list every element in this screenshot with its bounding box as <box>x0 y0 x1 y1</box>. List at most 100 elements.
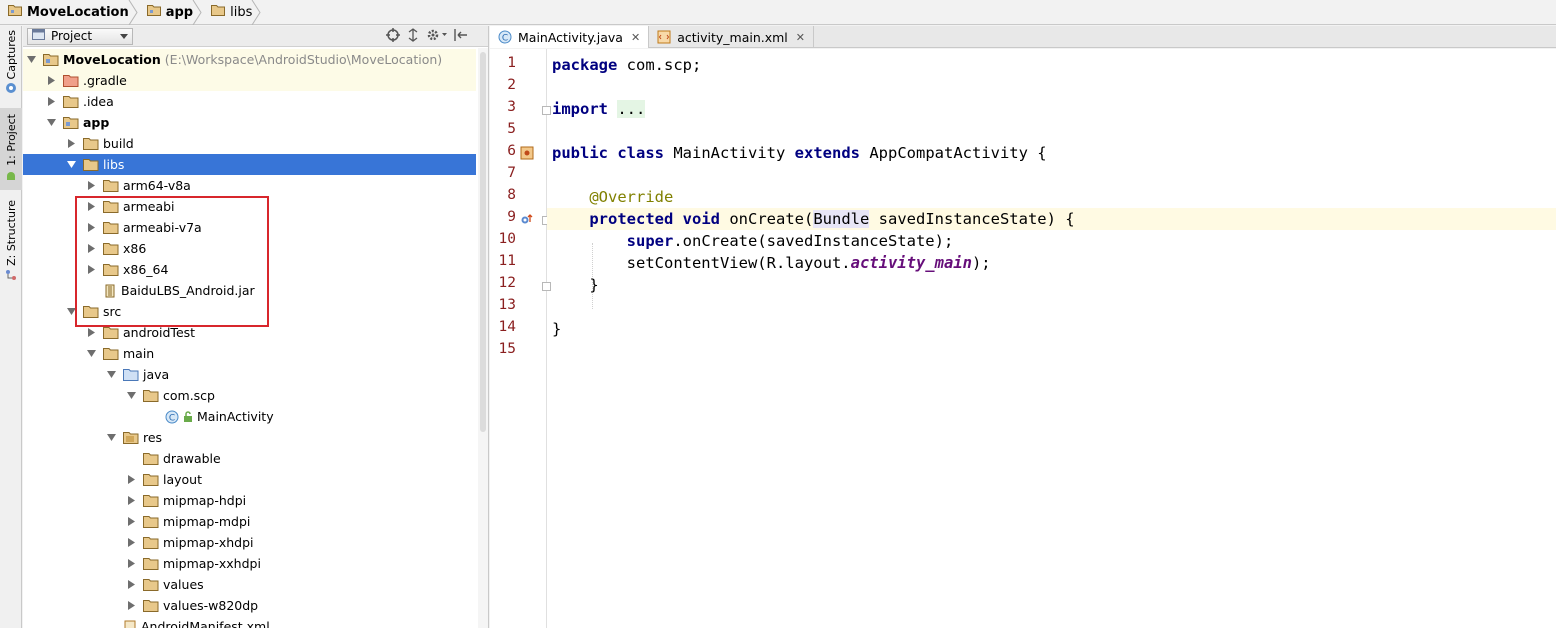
tree-item-manifest[interactable]: AndroidManifest.xml <box>23 616 476 628</box>
tree-item-label: build <box>103 136 134 151</box>
code-line: @Override <box>547 186 1556 208</box>
tree-item-label: .gradle <box>83 73 127 88</box>
close-icon[interactable]: ✕ <box>796 31 805 44</box>
collapsed-arrow-icon[interactable] <box>85 327 97 339</box>
code-line: } <box>547 274 1556 296</box>
tree-item-values[interactable]: values <box>23 574 476 595</box>
line-number: 6 <box>507 143 516 159</box>
code-line: package com.scp; <box>547 54 1556 76</box>
code-token: void <box>682 210 720 228</box>
project-panel-header: Project <box>23 26 488 47</box>
project-view-dropdown[interactable]: Project <box>27 27 133 45</box>
code-editor[interactable]: 1 2 3 5 6 7 8 9 10 11 12 13 14 15 packag… <box>490 49 1556 628</box>
code-token: com.scp; <box>617 56 702 74</box>
scroll-from-source-icon[interactable] <box>386 28 400 42</box>
collapsed-arrow-icon[interactable] <box>45 96 57 108</box>
collapsed-arrow-icon[interactable] <box>125 579 137 591</box>
expanded-arrow-icon[interactable] <box>45 117 57 129</box>
resources-folder-icon <box>123 431 139 444</box>
tree-item-label: mipmap-xxhdpi <box>163 556 261 571</box>
line-number: 15 <box>498 341 516 357</box>
tree-item-path: (E:\Workspace\AndroidStudio\MoveLocation… <box>164 52 443 67</box>
collapsed-arrow-icon[interactable] <box>125 474 137 486</box>
tree-item-idea[interactable]: .idea <box>23 91 476 112</box>
code-token: activity_main <box>850 254 972 272</box>
module-folder-icon <box>146 4 161 20</box>
hide-panel-icon[interactable] <box>454 28 468 42</box>
scrollbar-thumb[interactable] <box>480 52 486 432</box>
code-area[interactable]: package com.scp; import ... public class… <box>547 49 1556 628</box>
activity-gutter-icon[interactable] <box>520 146 534 160</box>
tree-item-values-w820dp[interactable]: values-w820dp <box>23 595 476 616</box>
expanded-arrow-icon[interactable] <box>125 390 137 402</box>
code-token: import <box>552 100 608 118</box>
tree-item-build[interactable]: build <box>23 133 476 154</box>
override-gutter-icon[interactable] <box>520 212 534 226</box>
project-folder-icon <box>43 53 59 66</box>
line-number: 12 <box>498 275 516 291</box>
tree-item-mipmap-mdpi[interactable]: mipmap-mdpi <box>23 511 476 532</box>
captures-tab[interactable]: Captures <box>0 30 22 104</box>
tree-item-java[interactable]: java <box>23 364 476 385</box>
structure-tab[interactable]: Z: Structure <box>0 200 22 284</box>
breadcrumb-separator-icon <box>128 0 138 25</box>
expanded-arrow-icon[interactable] <box>65 159 77 171</box>
code-token: .onCreate(savedInstanceState); <box>673 232 954 250</box>
code-token: onCreate( <box>720 210 814 228</box>
tree-item-mipmap-xhdpi[interactable]: mipmap-xhdpi <box>23 532 476 553</box>
tree-item-arm64-v8a[interactable]: arm64-v8a <box>23 175 476 196</box>
tab-activity-main-xml[interactable]: activity_main.xml ✕ <box>649 26 814 48</box>
line-number: 14 <box>498 319 516 335</box>
breadcrumb-separator-icon <box>192 0 202 25</box>
breadcrumb-project[interactable]: MoveLocation <box>0 0 138 25</box>
tree-item-mipmap-hdpi[interactable]: mipmap-hdpi <box>23 490 476 511</box>
collapsed-arrow-icon[interactable] <box>125 558 137 570</box>
gear-icon[interactable] <box>426 28 448 42</box>
code-line: import ... <box>547 98 1556 120</box>
expanded-arrow-icon[interactable] <box>105 432 117 444</box>
expanded-arrow-icon[interactable] <box>25 54 37 66</box>
line-number: 1 <box>507 55 516 71</box>
folded-imports[interactable]: ... <box>617 100 646 118</box>
folder-icon <box>143 578 159 591</box>
tree-item-res[interactable]: res <box>23 427 476 448</box>
code-token: super <box>626 232 674 250</box>
code-token: extends <box>794 144 860 162</box>
folder-icon <box>143 515 159 528</box>
collapsed-arrow-icon[interactable] <box>85 180 97 192</box>
breadcrumb-module[interactable]: app <box>139 0 202 25</box>
tab-mainactivity-java[interactable]: C MainActivity.java ✕ <box>490 26 650 48</box>
collapsed-arrow-icon[interactable] <box>125 516 137 528</box>
collapsed-arrow-icon[interactable] <box>125 495 137 507</box>
tree-item-mainactivity[interactable]: C MainActivity <box>23 406 476 427</box>
project-tree-scrollbar[interactable] <box>478 48 488 628</box>
tree-item-app[interactable]: app <box>23 112 476 133</box>
tree-item-label: .idea <box>83 94 114 109</box>
tree-item-label: mipmap-xhdpi <box>163 535 254 550</box>
collapse-all-icon[interactable] <box>406 28 420 42</box>
code-token: package <box>552 56 618 74</box>
collapsed-arrow-icon[interactable] <box>125 537 137 549</box>
close-icon[interactable]: ✕ <box>631 31 640 44</box>
tree-item-drawable[interactable]: drawable <box>23 448 476 469</box>
breadcrumb-label: app <box>165 4 194 20</box>
project-tab[interactable]: 1: Project <box>0 108 22 190</box>
breadcrumb-folder[interactable]: libs <box>203 0 261 25</box>
tree-item-package[interactable]: com.scp <box>23 385 476 406</box>
expanded-arrow-icon[interactable] <box>85 348 97 360</box>
tree-item-libs[interactable]: libs <box>23 154 476 175</box>
collapsed-arrow-icon[interactable] <box>65 138 77 150</box>
tree-item-label: layout <box>163 472 203 487</box>
code-token: class <box>617 144 665 162</box>
tree-item-gradle[interactable]: .gradle <box>23 70 476 91</box>
tree-item-mipmap-xxhdpi[interactable]: mipmap-xxhdpi <box>23 553 476 574</box>
project-view-label: Project <box>51 29 93 43</box>
expanded-arrow-icon[interactable] <box>105 369 117 381</box>
tree-item-layout[interactable]: layout <box>23 469 476 490</box>
tree-item-root[interactable]: MoveLocation (E:\Workspace\AndroidStudio… <box>23 49 476 70</box>
code-token: public <box>552 144 608 162</box>
collapsed-arrow-icon[interactable] <box>45 75 57 87</box>
tree-item-main[interactable]: main <box>23 343 476 364</box>
source-folder-icon <box>123 368 139 381</box>
collapsed-arrow-icon[interactable] <box>125 600 137 612</box>
